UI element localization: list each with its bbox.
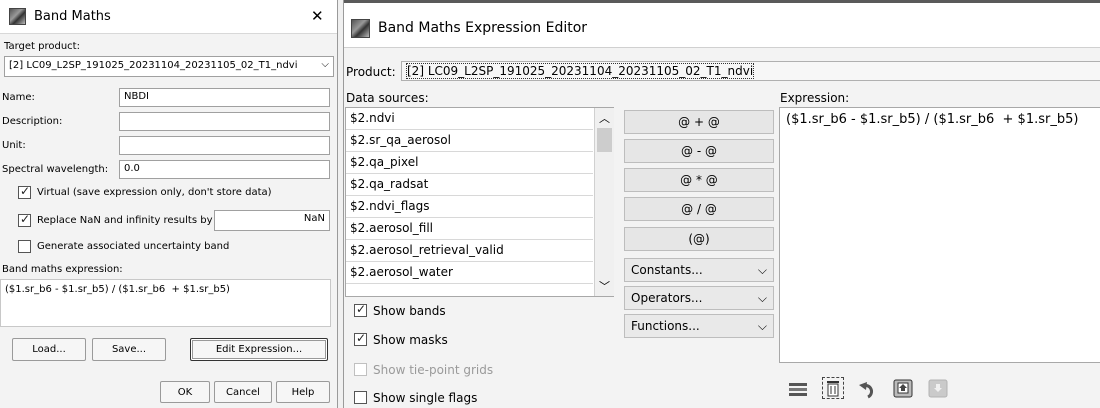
show-tiepoint-label: Show tie-point grids (373, 363, 494, 377)
product-label: Product: (346, 65, 396, 79)
functions-dropdown[interactable]: Functions... ⌵ (624, 314, 774, 338)
show-bands-check[interactable] (354, 302, 367, 317)
history-icon[interactable] (787, 379, 809, 401)
unit-field[interactable] (119, 136, 330, 155)
import-icon (927, 377, 949, 399)
add-operator-button[interactable]: @ + @ (624, 110, 774, 134)
list-item[interactable]: $2.sr_qa_aerosol (346, 130, 593, 152)
list-item[interactable]: $2.aerosol_water (346, 262, 593, 284)
parentheses-operator-button[interactable]: (@) (624, 227, 774, 251)
editor-app-icon (351, 19, 370, 38)
delete-icon[interactable] (822, 377, 844, 399)
functions-label: Functions... (631, 319, 700, 333)
expression-textarea[interactable]: ($1.sr_b6 - $1.sr_b5) / ($1.sr_b6 + $1.s… (779, 107, 1100, 363)
band-maths-title: Band Maths (34, 9, 111, 24)
show-single-flags-label: Show single flags (373, 391, 478, 405)
help-button[interactable]: Help (276, 381, 330, 403)
band-maths-titlebar: Band Maths ✕ (0, 0, 337, 34)
data-sources-list: $2.ndvi $2.sr_qa_aerosol $2.qa_pixel $2.… (345, 107, 614, 297)
list-item[interactable]: $2.qa_radsat (346, 174, 593, 196)
ok-button[interactable]: OK (160, 381, 210, 403)
band-maths-expression-area[interactable]: ($1.sr_b6 - $1.sr_b5) / ($1.sr_b6 + $1.s… (0, 279, 331, 327)
unit-label: Unit: (2, 140, 26, 151)
replace-nan-checkbox[interactable] (18, 212, 31, 227)
uncertainty-checkbox[interactable] (18, 240, 31, 253)
multiply-operator-button[interactable]: @ * @ (624, 168, 774, 192)
undo-icon[interactable] (857, 379, 879, 401)
list-item[interactable]: $2.aerosol_retrieval_valid (346, 240, 593, 262)
expression-editor-dialog: Band Maths Expression Editor Product: [2… (343, 0, 1100, 408)
list-item[interactable]: $2.qa_pixel (346, 152, 593, 174)
subtract-operator-button[interactable]: @ - @ (624, 139, 774, 163)
scroll-up-icon[interactable]: ︿ (599, 110, 610, 126)
band-maths-expression-label: Band maths expression: (2, 264, 123, 275)
show-single-flags-check[interactable] (354, 391, 367, 404)
target-product-value: [2] LC09_L2SP_191025_20231104_20231105_0… (9, 60, 298, 71)
show-bands-label: Show bands (373, 304, 446, 318)
cancel-button[interactable]: Cancel (214, 381, 272, 403)
band-maths-app-icon (9, 8, 26, 25)
load-button[interactable]: Load... (12, 338, 86, 361)
scrollbar-thumb[interactable] (597, 128, 612, 152)
product-value-field: [2] LC09_L2SP_191025_20231104_20231105_0… (401, 61, 1100, 81)
edit-expression-button[interactable]: Edit Expression... (190, 338, 328, 361)
virtual-checkbox[interactable] (18, 184, 31, 199)
export-icon[interactable] (892, 377, 914, 399)
data-sources-items: $2.ndvi $2.sr_qa_aerosol $2.qa_pixel $2.… (346, 108, 593, 284)
divide-operator-button[interactable]: @ / @ (624, 197, 774, 221)
scrollbar[interactable]: ︿ ﹀ (594, 108, 614, 296)
band-maths-dialog: Band Maths ✕ Target product: [2] LC09_L2… (0, 0, 338, 408)
list-item[interactable]: $2.aerosol_fill (346, 218, 593, 240)
replace-nan-check[interactable] (18, 212, 31, 227)
description-label: Description: (2, 116, 63, 127)
list-item[interactable]: $2.ndvi_flags (346, 196, 593, 218)
show-tiepoint-check (354, 363, 367, 376)
save-button[interactable]: Save... (92, 338, 166, 361)
replace-nan-field[interactable]: NaN (214, 210, 330, 231)
virtual-check[interactable] (18, 184, 31, 199)
expression-label: Expression: (780, 91, 850, 105)
chevron-down-icon: ⌵ (757, 290, 767, 305)
show-masks-label: Show masks (373, 333, 448, 347)
constants-dropdown[interactable]: Constants... ⌵ (624, 258, 774, 282)
close-icon[interactable]: ✕ (311, 7, 324, 25)
chevron-down-icon: ⌵ (321, 59, 329, 70)
replace-nan-label: Replace NaN and infinity results by (37, 215, 213, 226)
list-item[interactable]: $2.ndvi (346, 108, 593, 130)
product-value: [2] LC09_L2SP_191025_20231104_20231105_0… (406, 63, 755, 79)
name-label: Name: (2, 92, 35, 103)
expression-editor-title: Band Maths Expression Editor (378, 20, 588, 36)
data-sources-label: Data sources: (346, 91, 429, 105)
chevron-down-icon: ⌵ (757, 262, 767, 277)
target-product-select[interactable]: [2] LC09_L2SP_191025_20231104_20231105_0… (4, 56, 334, 77)
constants-label: Constants... (631, 263, 703, 277)
operators-dropdown[interactable]: Operators... ⌵ (624, 286, 774, 310)
chevron-down-icon: ⌵ (757, 318, 767, 333)
spectral-wavelength-label: Spectral wavelength: (2, 164, 109, 175)
show-masks-check[interactable] (354, 331, 367, 346)
description-field[interactable] (119, 112, 330, 131)
name-field[interactable]: NBDI (119, 88, 330, 107)
uncertainty-label: Generate associated uncertainty band (37, 241, 230, 252)
virtual-label: Virtual (save expression only, don't sto… (37, 187, 272, 198)
spectral-wavelength-field[interactable]: 0.0 (119, 160, 330, 179)
uncertainty-check[interactable] (18, 240, 31, 253)
expression-editor-titlebar: Band Maths Expression Editor (344, 0, 1100, 48)
target-product-label: Target product: (4, 41, 80, 52)
scroll-down-icon[interactable]: ﹀ (599, 278, 610, 294)
operators-label: Operators... (631, 291, 703, 305)
